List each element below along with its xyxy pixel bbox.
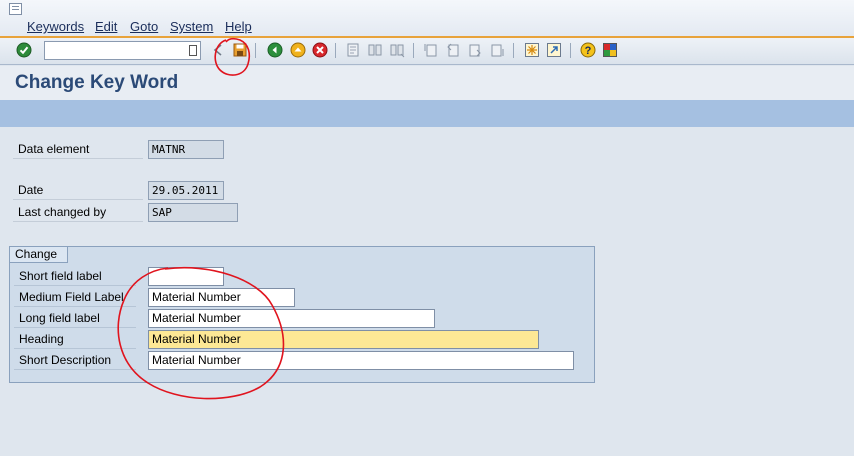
menu-bar: Keywords Edit Goto System Help	[0, 0, 854, 36]
short-field-label: Short field label	[14, 267, 136, 286]
date-field[interactable]: 29.05.2011	[148, 181, 224, 200]
medium-field-label: Medium Field Label	[14, 288, 136, 307]
create-session-icon[interactable]	[524, 42, 540, 58]
command-field[interactable]	[44, 41, 201, 60]
long-field-label: Long field label	[14, 309, 136, 328]
back-arrow-icon[interactable]	[210, 42, 226, 58]
help-icon[interactable]: ?	[580, 42, 596, 58]
command-dropdown-icon[interactable]	[189, 45, 197, 56]
last-changed-label: Last changed by	[13, 203, 143, 222]
layout-icon[interactable]	[602, 42, 618, 58]
short-description-label: Short Description	[14, 351, 136, 370]
next-page-icon[interactable]	[467, 42, 483, 58]
svg-text:?: ?	[585, 45, 592, 57]
system-menu-icon[interactable]	[9, 3, 22, 15]
short-description-input[interactable]: Material Number	[148, 351, 574, 370]
date-label: Date	[13, 181, 143, 200]
print-icon[interactable]	[345, 42, 361, 58]
menu-keywords[interactable]: Keywords	[27, 19, 84, 34]
short-field-input[interactable]	[148, 267, 224, 286]
page-title: Change Key Word	[15, 72, 179, 93]
medium-field-input[interactable]: Material Number	[148, 288, 295, 307]
last-page-icon[interactable]	[489, 42, 505, 58]
title-bar: Change Key Word	[0, 66, 854, 100]
standard-toolbar: ?	[0, 38, 854, 65]
first-page-icon[interactable]	[423, 42, 439, 58]
menu-help[interactable]: Help	[225, 19, 252, 34]
last-changed-field[interactable]: SAP	[148, 203, 238, 222]
long-field-input[interactable]: Material Number	[148, 309, 435, 328]
data-element-field[interactable]: MATNR	[148, 140, 224, 159]
data-element-label: Data element	[13, 140, 143, 159]
change-group-title: Change	[9, 246, 69, 263]
heading-input[interactable]: Material Number	[148, 330, 539, 349]
find-next-icon[interactable]	[389, 42, 405, 58]
save-icon[interactable]	[232, 42, 248, 58]
heading-label: Heading	[14, 330, 136, 349]
menu-edit[interactable]: Edit	[95, 19, 117, 34]
shortcut-icon[interactable]	[546, 42, 562, 58]
back-icon[interactable]	[267, 42, 283, 58]
previous-page-icon[interactable]	[445, 42, 461, 58]
menu-system[interactable]: System	[170, 19, 213, 34]
find-icon[interactable]	[367, 42, 383, 58]
exit-icon[interactable]	[290, 42, 306, 58]
cancel-icon[interactable]	[312, 42, 328, 58]
menu-goto[interactable]: Goto	[130, 19, 158, 34]
change-group-box: Change Short field label Medium Field La…	[9, 246, 595, 383]
application-toolbar	[0, 100, 854, 127]
enter-icon[interactable]	[16, 42, 32, 58]
